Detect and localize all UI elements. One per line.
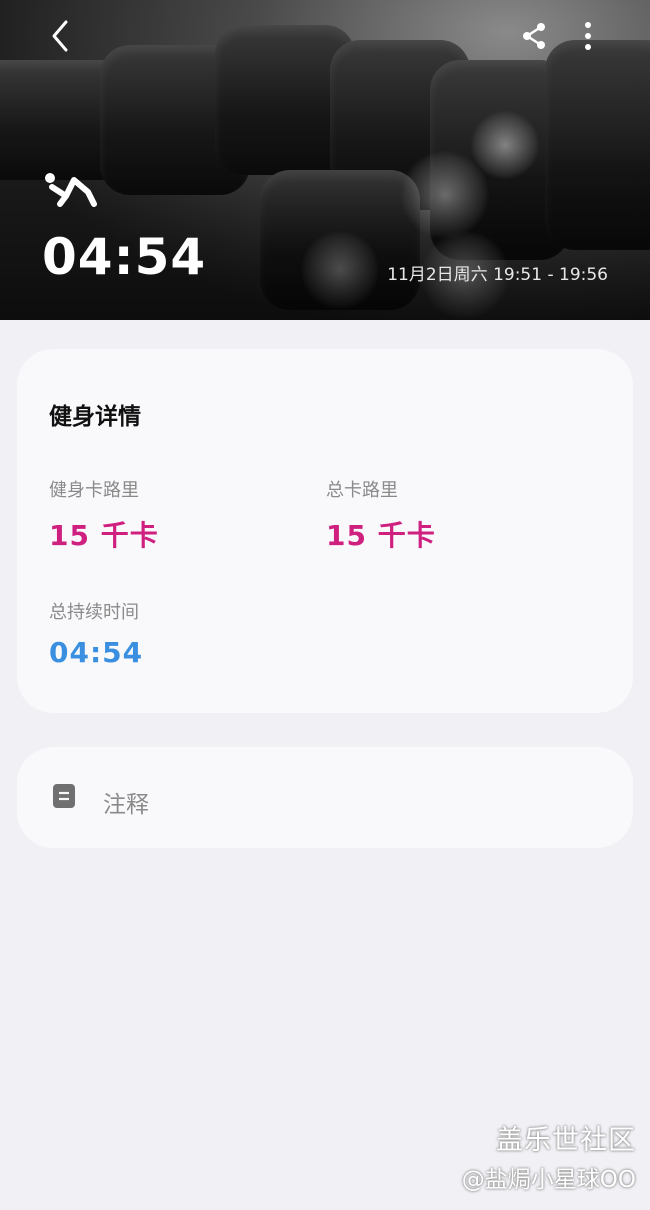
workout-duration: 04:54 <box>42 228 207 286</box>
fitness-calories-label: 健身卡路里 <box>49 480 139 501</box>
details-card: 健身详情 健身卡路里 15 千卡 总卡路里 15 千卡 总持续时间 04:54 <box>17 349 633 713</box>
notes-label: 注释 <box>103 792 149 818</box>
total-calories-stat: 总卡路里 15 千卡 <box>326 476 436 554</box>
share-icon <box>523 23 545 49</box>
total-calories-value: 15 千卡 <box>326 519 436 552</box>
workout-icon <box>45 173 97 207</box>
notes-button[interactable]: 注释 <box>17 747 633 848</box>
watermark-author: @盐焗小星球OO <box>461 1167 636 1193</box>
total-calories-label: 总卡路里 <box>326 480 398 501</box>
share-button[interactable] <box>512 14 556 58</box>
more-options-button[interactable] <box>566 14 610 58</box>
back-button[interactable] <box>38 14 82 58</box>
note-icon <box>53 784 75 808</box>
header-image: 04:54 11月2日周六 19:51 - 19:56 <box>0 0 650 320</box>
more-vertical-icon <box>585 22 591 50</box>
total-duration-label: 总持续时间 <box>49 602 139 623</box>
total-duration-value: 04:54 <box>49 636 144 669</box>
details-title: 健身详情 <box>49 404 141 430</box>
fitness-calories-stat: 健身卡路里 15 千卡 <box>49 476 159 554</box>
total-duration-stat: 总持续时间 04:54 <box>49 598 143 669</box>
workout-date-range: 11月2日周六 19:51 - 19:56 <box>387 265 608 285</box>
fitness-calories-value: 15 千卡 <box>49 519 159 552</box>
watermark-community: 盖乐世社区 <box>496 1125 636 1156</box>
back-icon <box>52 20 68 52</box>
